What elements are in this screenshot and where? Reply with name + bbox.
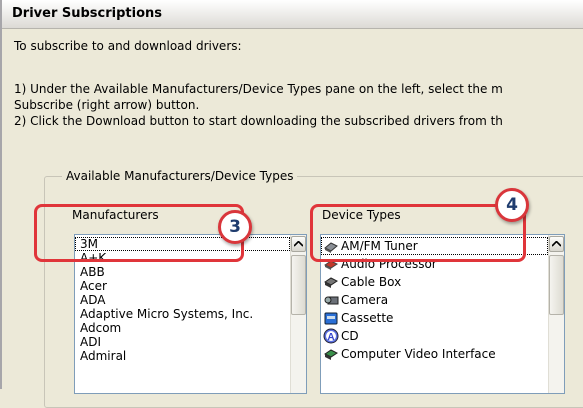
chevron-up-icon bbox=[294, 241, 303, 247]
manufacturer-list-item[interactable]: ADI bbox=[75, 335, 290, 349]
device-type-label: Camera bbox=[341, 293, 389, 307]
callout-3-highlight bbox=[34, 204, 244, 262]
intro-text: To subscribe to and download drivers: bbox=[14, 39, 242, 53]
device-type-label: Cable Box bbox=[341, 275, 402, 289]
manufacturer-list-item[interactable]: ADA bbox=[75, 293, 290, 307]
cable-box-icon bbox=[323, 274, 339, 290]
camera-icon bbox=[323, 292, 339, 308]
manufacturer-list-item[interactable]: ABB bbox=[75, 265, 290, 279]
callout-4-badge: 4 bbox=[495, 188, 529, 222]
device-type-list-item[interactable]: A CD bbox=[321, 327, 548, 345]
cassette-icon bbox=[323, 310, 339, 326]
manufacturers-scrollbar[interactable] bbox=[290, 235, 306, 393]
device-type-label: CD bbox=[341, 329, 359, 343]
driver-subscriptions-window: Driver Subscriptions To subscribe to and… bbox=[0, 0, 583, 408]
device-type-list-item[interactable]: Computer Video Interface bbox=[321, 345, 548, 363]
step1-line2-text: Subscribe (right arrow) button. bbox=[14, 98, 200, 112]
device-type-label: Computer Video Interface bbox=[341, 347, 496, 361]
callout-3-badge: 3 bbox=[218, 210, 252, 244]
manufacturer-list-item[interactable]: Acer bbox=[75, 279, 290, 293]
device-type-list-item[interactable]: Camera bbox=[321, 291, 548, 309]
device-types-scrollbar[interactable] bbox=[548, 235, 564, 393]
manufacturers-scroll-up-button[interactable] bbox=[291, 236, 306, 252]
manufacturers-scroll-thumb[interactable] bbox=[291, 255, 306, 315]
callout-4-highlight bbox=[310, 204, 526, 262]
window-title: Driver Subscriptions bbox=[12, 6, 163, 21]
step2-text: 2) Click the Download button to start do… bbox=[14, 114, 503, 128]
device-type-list-item[interactable]: Cassette bbox=[321, 309, 548, 327]
device-types-scroll-thumb[interactable] bbox=[549, 255, 564, 315]
device-type-label: Cassette bbox=[341, 311, 394, 325]
groupbox-title: Available Manufacturers/Device Types bbox=[62, 169, 298, 183]
manufacturer-list-item[interactable]: Adcom bbox=[75, 321, 290, 335]
step1-line1-text: 1) Under the Available Manufacturers/Dev… bbox=[14, 82, 503, 96]
device-type-list-item[interactable]: Cable Box bbox=[321, 273, 548, 291]
cd-icon: A bbox=[323, 328, 339, 344]
chevron-up-icon bbox=[552, 241, 561, 247]
manufacturer-list-item[interactable]: Admiral bbox=[75, 349, 290, 363]
title-bar: Driver Subscriptions bbox=[2, 0, 583, 29]
svg-text:A: A bbox=[327, 332, 334, 343]
computer-video-interface-icon bbox=[323, 346, 339, 362]
device-types-scroll-up-button[interactable] bbox=[549, 236, 564, 252]
manufacturer-list-item[interactable]: Adaptive Micro Systems, Inc. bbox=[75, 307, 290, 321]
